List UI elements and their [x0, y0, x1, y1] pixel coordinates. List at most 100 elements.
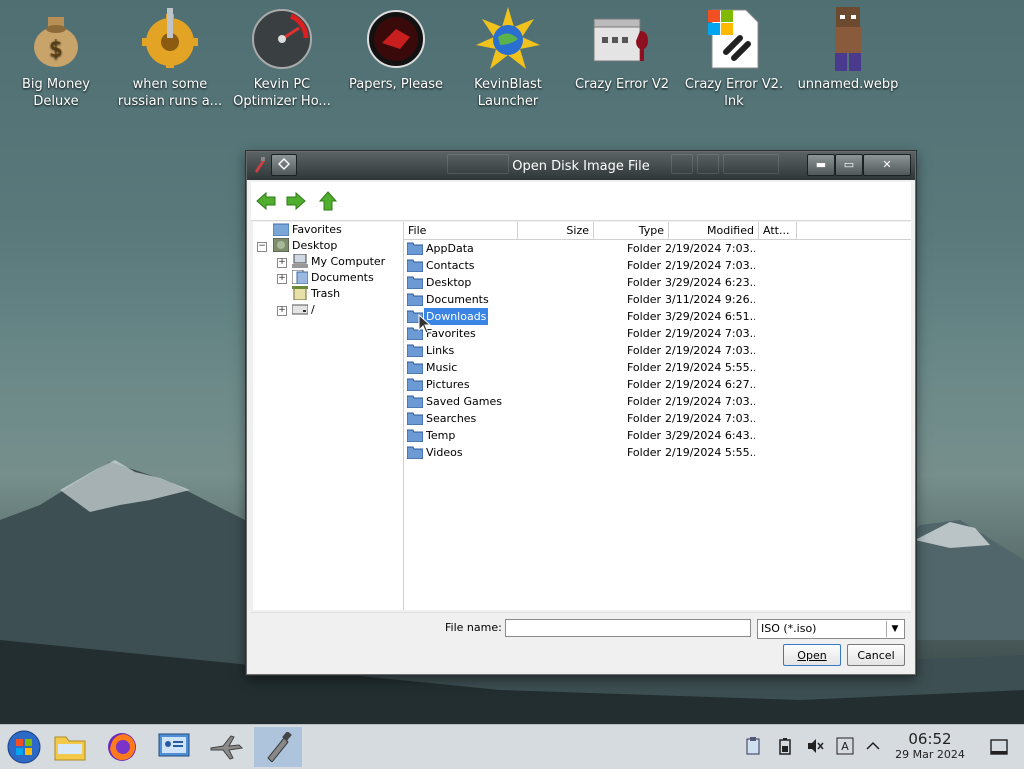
tree-expand-documents[interactable]: + [277, 274, 287, 284]
link-file-icon [708, 9, 759, 69]
maximize-button[interactable]: ▭ [835, 154, 863, 176]
tree-item-my-computer[interactable]: My Computer [292, 254, 385, 270]
chevron-up-icon[interactable] [864, 737, 882, 755]
minimize-button[interactable]: ▬ [807, 154, 835, 176]
svg-text:A: A [841, 740, 849, 753]
clock-date: 29 Mar 2024 [895, 748, 965, 761]
file-modified: 2/19/2024 7:03... [665, 395, 755, 408]
back-button[interactable] [255, 190, 277, 212]
tree-item-favorites[interactable]: Favorites [273, 222, 342, 238]
table-row[interactable]: Music Folder 2/19/2024 5:55... [404, 359, 911, 376]
taskbar: A 06:52 29 Mar 2024 [0, 724, 1024, 769]
taskbar-control-panel[interactable] [150, 727, 198, 767]
dialog-footer: File name: ISO (*.iso) ▼ Open Cancel [251, 612, 911, 671]
tree-expand-my-computer[interactable]: + [277, 258, 287, 268]
arrow-left-icon [256, 191, 276, 211]
file-type: Folder [627, 378, 661, 391]
file-name: AppData [426, 242, 474, 255]
column-header-type[interactable]: Type [594, 222, 669, 240]
table-row[interactable]: Searches Folder 2/19/2024 7:03... [404, 410, 911, 427]
file-name: Saved Games [426, 395, 502, 408]
tree-item-documents[interactable]: Documents [292, 270, 374, 286]
file-name: Music [426, 361, 458, 374]
file-name: Downloads [424, 308, 489, 325]
table-row[interactable]: Favorites Folder 2/19/2024 7:03... [404, 325, 911, 342]
folder-icon [407, 412, 423, 425]
file-modified: 3/29/2024 6:43... [665, 429, 755, 442]
up-button[interactable] [317, 190, 339, 212]
table-row[interactable]: Videos Folder 2/19/2024 5:55... [404, 444, 911, 461]
file-type-select[interactable]: ISO (*.iso) ▼ [757, 619, 905, 639]
trash-icon [292, 286, 308, 300]
desktop-icon-russian[interactable]: when some russian runs a... [114, 6, 226, 110]
table-row[interactable]: Downloads Folder 3/29/2024 6:51... [404, 308, 911, 325]
file-modified: 2/19/2024 7:03... [665, 242, 755, 255]
documents-icon [292, 270, 308, 284]
desktop-icon-kevin-optimizer[interactable]: Kevin PC Optimizer Ho... [226, 6, 338, 110]
table-row[interactable]: Documents Folder 3/11/2024 9:26... [404, 291, 911, 308]
close-button[interactable]: ✕ [863, 154, 911, 176]
file-modified: 2/19/2024 5:55... [665, 361, 755, 374]
table-row[interactable]: Saved Games Folder 2/19/2024 7:03... [404, 393, 911, 410]
file-list: File Size Type Modified Att... AppData Fo… [404, 222, 911, 610]
navigation-toolbar [251, 182, 911, 221]
open-disk-image-dialog: Open Disk Image File ▬ ▭ ✕ Favorites − D… [246, 151, 916, 675]
file-type: Folder [627, 344, 661, 357]
taskbar-firefox[interactable] [98, 727, 146, 767]
table-row[interactable]: Links Folder 2/19/2024 7:03... [404, 342, 911, 359]
column-header-modified[interactable]: Modified [669, 222, 759, 240]
file-modified: 2/19/2024 5:55... [665, 446, 755, 459]
open-button[interactable]: Open [783, 644, 841, 666]
tree-item-root[interactable]: / [292, 302, 315, 318]
taskbar-disk-image-app[interactable] [254, 727, 302, 767]
column-header-size[interactable]: Size [518, 222, 594, 240]
taskbar-file-manager[interactable] [46, 727, 94, 767]
wine-app-icon [593, 18, 648, 62]
desktop-icon-crazy-error-lnk[interactable]: Crazy Error V2. lnk [678, 6, 790, 110]
desktop-icon-kevinblast[interactable]: KevinBlast Launcher [452, 6, 564, 110]
syringe-icon [267, 732, 292, 762]
start-button[interactable] [0, 727, 48, 767]
table-row[interactable]: Contacts Folder 2/19/2024 7:03... [404, 257, 911, 274]
keyboard-layout-icon[interactable]: A [836, 737, 854, 755]
battery-icon[interactable] [776, 737, 794, 755]
table-row[interactable]: AppData Folder 2/19/2024 7:03... [404, 240, 911, 257]
table-row[interactable]: Desktop Folder 3/29/2024 6:23... [404, 274, 911, 291]
column-header-file[interactable]: File [404, 222, 518, 240]
file-name: Temp [426, 429, 456, 442]
chevron-down-icon[interactable]: ▼ [886, 621, 903, 637]
cancel-button[interactable]: Cancel [847, 644, 905, 666]
control-panel-icon [158, 733, 190, 757]
desktop-icon-label: Big Money Deluxe [21, 77, 90, 109]
tree-item-trash[interactable]: Trash [292, 286, 340, 302]
folder-icon [54, 736, 86, 761]
desktop-icon-label: when some russian runs a... [117, 77, 223, 109]
star-folder-icon [273, 223, 289, 236]
forward-button[interactable] [285, 190, 307, 212]
money-bag-icon: $ [34, 17, 78, 67]
taskbar-wine-app[interactable] [202, 727, 250, 767]
show-desktop-icon[interactable] [990, 738, 1008, 756]
column-header-attributes[interactable]: Att... [759, 222, 797, 240]
volume-muted-icon[interactable] [806, 737, 824, 755]
desktop-icon-crazy-error[interactable]: Crazy Error V2 [566, 6, 678, 93]
file-type: Folder [627, 446, 661, 459]
file-type: Folder [627, 276, 661, 289]
tree-item-desktop[interactable]: Desktop [273, 238, 337, 254]
file-modified: 2/19/2024 7:03... [665, 259, 755, 272]
tree-expand-root[interactable]: + [277, 306, 287, 316]
desktop-icon-unnamed-webp[interactable]: unnamed.webp [792, 6, 904, 93]
clipboard-icon[interactable] [744, 737, 762, 755]
table-row[interactable]: Temp Folder 3/29/2024 6:43... [404, 427, 911, 444]
dialog-titlebar[interactable]: Open Disk Image File ▬ ▭ ✕ [247, 152, 915, 180]
desktop-icon-papers-please[interactable]: Papers, Please [340, 6, 452, 93]
desktop-icon-label: KevinBlast Launcher [474, 77, 542, 109]
tree-collapse-desktop[interactable]: − [257, 242, 267, 252]
folder-icon [407, 395, 423, 408]
desktop-icon-big-money[interactable]: $ Big Money Deluxe [0, 6, 112, 110]
table-row[interactable]: Pictures Folder 2/19/2024 6:27... [404, 376, 911, 393]
folder-icon [407, 276, 423, 289]
taskbar-clock[interactable]: 06:52 29 Mar 2024 [888, 731, 972, 762]
file-name-input[interactable] [505, 619, 751, 637]
file-type: Folder [627, 429, 661, 442]
